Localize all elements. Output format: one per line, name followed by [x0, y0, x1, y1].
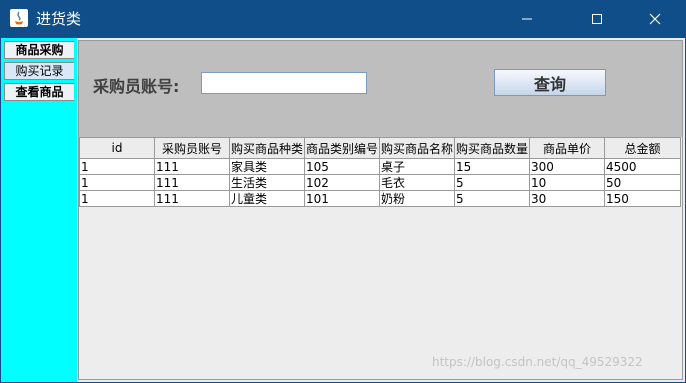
close-icon — [649, 13, 661, 25]
table-header-row: id 采购员账号 购买商品种类 商品类别编号 购买商品名称 购买商品数量 商品单… — [79, 137, 681, 159]
table-cell[interactable]: 儿童类 — [229, 190, 305, 207]
column-header[interactable]: id — [79, 137, 155, 159]
tab-purchase-goods[interactable]: 商品采购 — [4, 41, 74, 59]
table-cell[interactable]: 101 — [304, 190, 380, 207]
table-row[interactable]: 1 111 儿童类 101 奶粉 5 30 150 — [79, 190, 681, 207]
column-header[interactable]: 商品类别编号 — [304, 137, 380, 159]
tab-purchase-records[interactable]: 购买记录 — [4, 62, 74, 80]
tab-strip: 商品采购 购买记录 查看商品 — [1, 38, 77, 382]
table-row[interactable]: 1 111 生活类 102 毛衣 5 10 50 — [79, 174, 681, 191]
column-header[interactable]: 商品单价 — [529, 137, 605, 159]
column-header[interactable]: 总金额 — [604, 137, 681, 159]
buyer-account-input[interactable] — [201, 72, 367, 94]
table-cell[interactable]: 15 — [454, 158, 530, 175]
maximize-icon — [592, 14, 602, 24]
table-cell[interactable]: 300 — [529, 158, 605, 175]
table-cell[interactable]: 1 — [79, 174, 155, 191]
tab-view-goods[interactable]: 查看商品 — [4, 83, 74, 101]
table-cell[interactable]: 奶粉 — [379, 190, 455, 207]
table-cell[interactable]: 150 — [604, 190, 681, 207]
close-button[interactable] — [632, 0, 678, 38]
java-app-icon — [10, 9, 28, 27]
table-cell[interactable]: 102 — [304, 174, 380, 191]
table-cell[interactable]: 4500 — [604, 158, 681, 175]
table-row[interactable]: 1 111 家具类 105 桌子 15 300 4500 — [79, 158, 681, 175]
watermark-text: https://blog.csdn.net/qq_49529322 — [432, 355, 643, 369]
column-header[interactable]: 购买商品名称 — [379, 137, 455, 159]
table-cell[interactable]: 105 — [304, 158, 380, 175]
maximize-button[interactable] — [574, 0, 620, 38]
search-panel: 采购员账号: 查询 — [79, 41, 682, 137]
purchase-records-table: id 采购员账号 购买商品种类 商品类别编号 购买商品名称 购买商品数量 商品单… — [79, 137, 681, 207]
buyer-account-label: 采购员账号: — [93, 77, 180, 96]
window-client-area: 商品采购 购买记录 查看商品 采购员账号: 查询 id 采购员账号 购买商品种类… — [1, 38, 685, 382]
tab-content-panel: 采购员账号: 查询 id 采购员账号 购买商品种类 商品类别编号 购买商品名称 … — [78, 40, 683, 380]
table-cell[interactable]: 1 — [79, 158, 155, 175]
table-cell[interactable]: 桌子 — [379, 158, 455, 175]
table-cell[interactable]: 家具类 — [229, 158, 305, 175]
column-header[interactable]: 购买商品数量 — [454, 137, 530, 159]
column-header[interactable]: 采购员账号 — [154, 137, 230, 159]
table-cell[interactable]: 5 — [454, 190, 530, 207]
minimize-icon — [522, 18, 532, 20]
table-cell[interactable]: 5 — [454, 174, 530, 191]
minimize-button[interactable] — [504, 0, 550, 38]
table-cell[interactable]: 111 — [154, 190, 230, 207]
table-cell[interactable]: 111 — [154, 174, 230, 191]
table-cell[interactable]: 30 — [529, 190, 605, 207]
table-cell[interactable]: 10 — [529, 174, 605, 191]
table-cell[interactable]: 50 — [604, 174, 681, 191]
column-header[interactable]: 购买商品种类 — [229, 137, 305, 159]
table-cell[interactable]: 生活类 — [229, 174, 305, 191]
query-button[interactable]: 查询 — [494, 69, 606, 96]
table-cell[interactable]: 1 — [79, 190, 155, 207]
window-title: 进货类 — [36, 10, 82, 28]
title-bar: 进货类 — [0, 0, 686, 38]
table-cell[interactable]: 111 — [154, 158, 230, 175]
table-cell[interactable]: 毛衣 — [379, 174, 455, 191]
